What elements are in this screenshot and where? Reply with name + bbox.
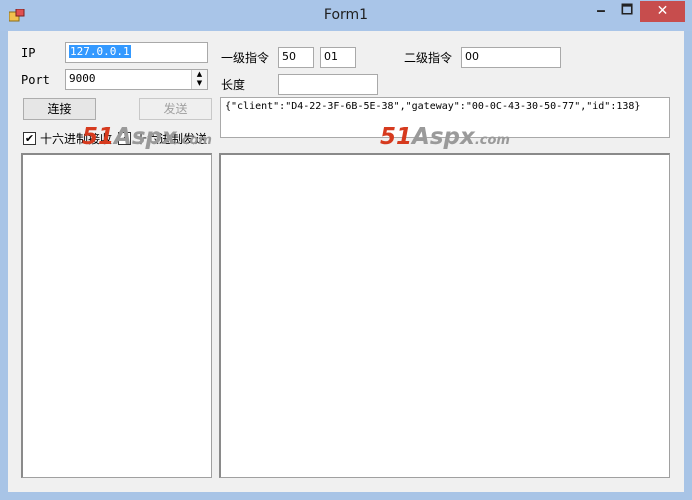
length-label: 长度 [221, 78, 246, 92]
stepper-up-icon[interactable]: ▲ [192, 70, 207, 79]
ip-label: IP [21, 46, 36, 60]
cmd1-input-a[interactable]: 50 [278, 47, 314, 68]
watermark-logo-right: 51Aspx.com [380, 124, 510, 150]
port-input[interactable]: 9000 [65, 69, 208, 90]
cmd2-label: 二级指令 [404, 51, 453, 65]
port-label: Port [21, 73, 50, 87]
maximize-icon[interactable]: 🗖 [614, 1, 640, 22]
stepper-down-icon[interactable]: ▼ [192, 79, 207, 88]
connect-button[interactable]: 连接 [23, 98, 96, 120]
send-button[interactable]: 发送 [139, 98, 212, 120]
close-icon[interactable]: ✕ [640, 1, 685, 22]
receive-log-panel[interactable] [21, 153, 212, 478]
cmd1-input-b[interactable]: 01 [320, 47, 356, 68]
ip-value: 127.0.0.1 [69, 45, 131, 58]
hex-receive-checkbox[interactable]: ✔ [23, 132, 36, 145]
port-value: 9000 [69, 72, 96, 85]
length-input[interactable] [278, 74, 378, 95]
ip-input[interactable]: 127.0.0.1 [65, 42, 208, 63]
cmd2-input[interactable]: 00 [461, 47, 561, 68]
message-log-panel[interactable] [219, 153, 670, 478]
cmd1-label: 一级指令 [221, 51, 270, 65]
watermark-logo-left: 51Aspx.com [82, 124, 212, 150]
minimize-icon[interactable]: 🗕 [588, 1, 614, 22]
port-stepper[interactable]: ▲ ▼ [191, 70, 207, 89]
